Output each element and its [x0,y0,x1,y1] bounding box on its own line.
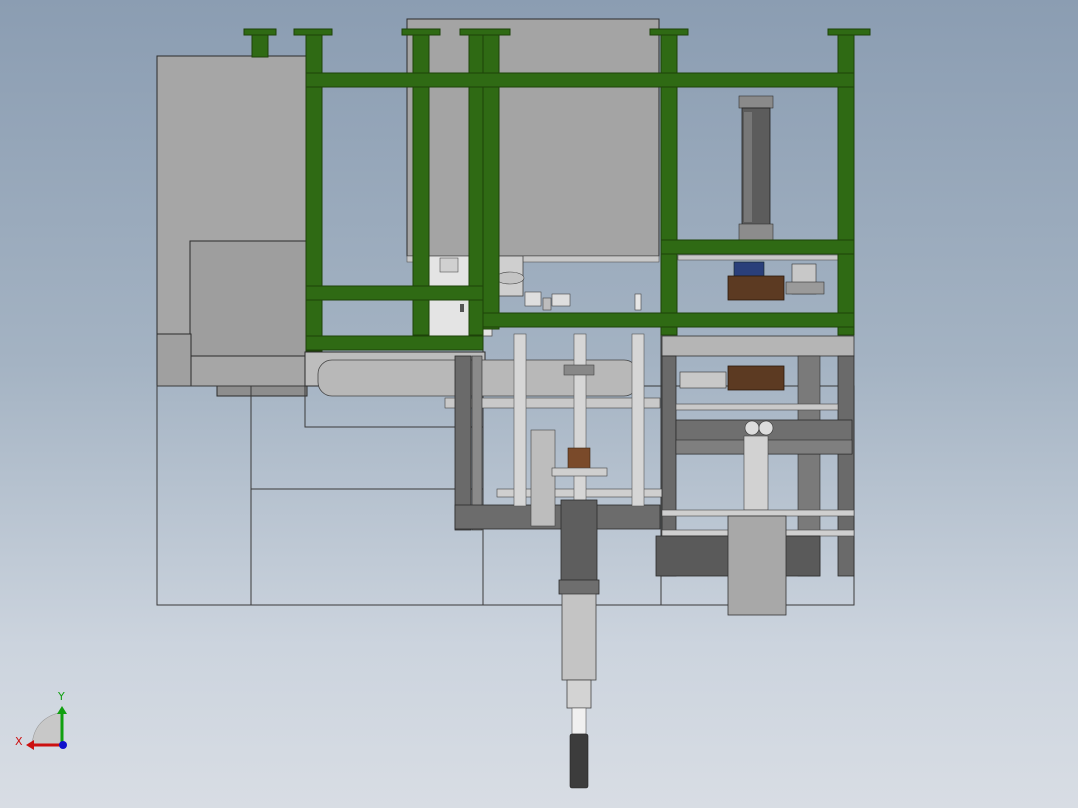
x-axis-label: X [15,735,23,748]
coordinate-triad: X Y [15,690,67,750]
center-panel [406,18,660,263]
right-mechanism [655,95,855,616]
machine-front-view: X Y [15,18,871,789]
left-housing [156,55,308,397]
cad-viewport[interactable]: X Y [0,0,1078,808]
lower-mechanism [304,333,664,789]
y-axis-label: Y [57,690,65,703]
